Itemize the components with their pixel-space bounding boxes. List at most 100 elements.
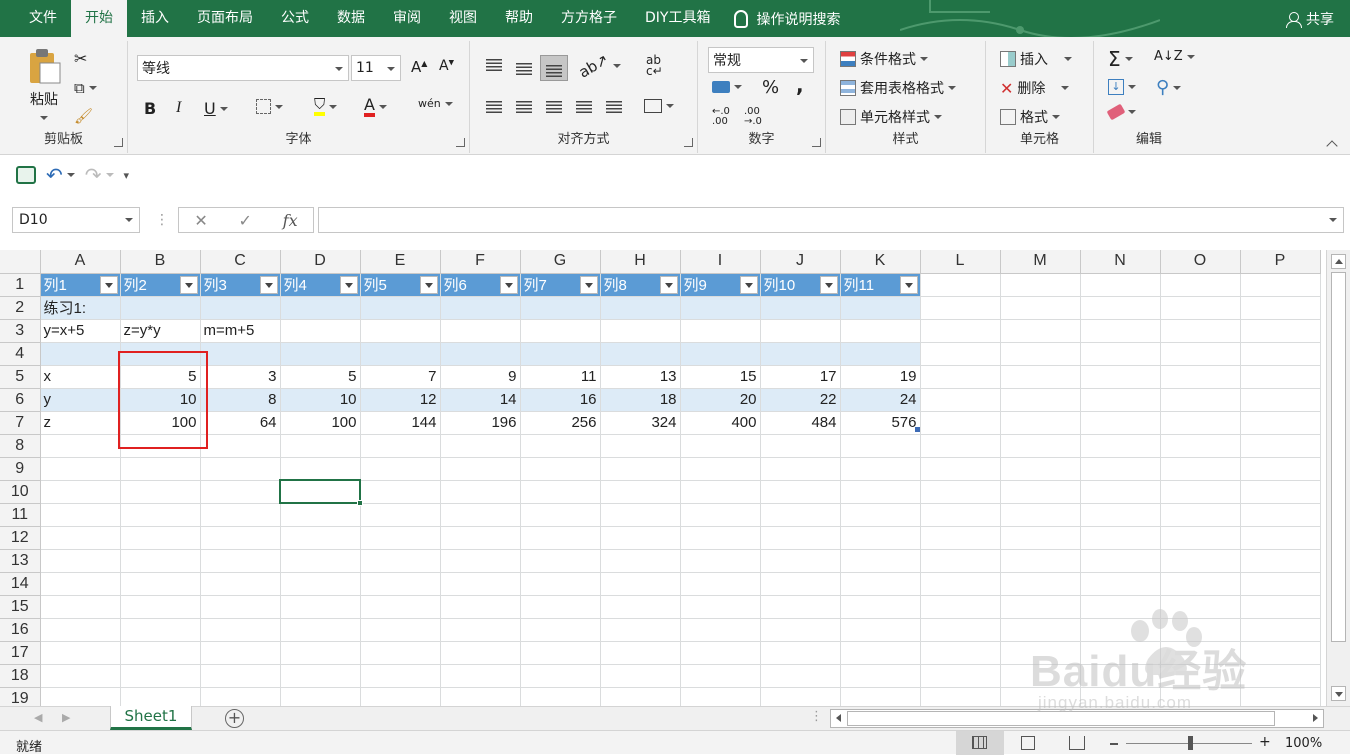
cell-k19[interactable] <box>840 687 921 706</box>
cell-m11[interactable] <box>1000 503 1081 527</box>
cell-c15[interactable] <box>200 595 281 619</box>
number-format-select[interactable]: 常规 <box>708 47 814 73</box>
cell-e8[interactable] <box>360 434 441 458</box>
cell-l6[interactable] <box>920 388 1001 412</box>
ribbon-tab-0[interactable]: 文件 <box>15 0 71 37</box>
cell-j4[interactable] <box>760 342 841 366</box>
cell-p9[interactable] <box>1240 457 1321 481</box>
column-header-j[interactable]: J <box>760 250 841 274</box>
cell-a8[interactable] <box>40 434 121 458</box>
cell-h7[interactable]: 324 <box>600 411 681 435</box>
cell-a4[interactable] <box>40 342 121 366</box>
cell-h9[interactable] <box>600 457 681 481</box>
zoom-level[interactable]: 100% <box>1285 736 1322 751</box>
cell-e7[interactable]: 144 <box>360 411 441 435</box>
cell-k17[interactable] <box>840 641 921 665</box>
cell-k5[interactable]: 19 <box>840 365 921 389</box>
cell-k10[interactable] <box>840 480 921 504</box>
cell-k4[interactable] <box>840 342 921 366</box>
cell-f13[interactable] <box>440 549 521 573</box>
cell-m12[interactable] <box>1000 526 1081 550</box>
filter-dropdown-icon[interactable] <box>419 275 438 294</box>
cell-p5[interactable] <box>1240 365 1321 389</box>
cell-m13[interactable] <box>1000 549 1081 573</box>
cell-m1[interactable] <box>1000 273 1081 297</box>
cell-i2[interactable] <box>680 296 761 320</box>
cell-n1[interactable] <box>1080 273 1161 297</box>
cell-m9[interactable] <box>1000 457 1081 481</box>
cell-c19[interactable] <box>200 687 281 706</box>
cell-e14[interactable] <box>360 572 441 596</box>
cell-f5[interactable]: 9 <box>440 365 521 389</box>
cell-n18[interactable] <box>1080 664 1161 688</box>
cell-c12[interactable] <box>200 526 281 550</box>
cell-p15[interactable] <box>1240 595 1321 619</box>
increase-indent-icon[interactable] <box>606 101 622 113</box>
cell-o19[interactable] <box>1160 687 1241 706</box>
format-painter-button[interactable]: 🖌 <box>74 107 93 125</box>
cell-b17[interactable] <box>120 641 201 665</box>
cell-f11[interactable] <box>440 503 521 527</box>
ribbon-tab-3[interactable]: 页面布局 <box>183 0 267 37</box>
top-align-icon[interactable] <box>486 59 502 71</box>
cell-m2[interactable] <box>1000 296 1081 320</box>
horizontal-scrollbar[interactable] <box>830 709 1324 728</box>
cell-e9[interactable] <box>360 457 441 481</box>
cell-g7[interactable]: 256 <box>520 411 601 435</box>
column-header-g[interactable]: G <box>520 250 601 274</box>
cell-h12[interactable] <box>600 526 681 550</box>
cell-d3[interactable] <box>280 319 361 343</box>
cell-j15[interactable] <box>760 595 841 619</box>
fill-handle[interactable] <box>357 500 363 506</box>
fill-color-button[interactable]: ⛉ <box>314 97 338 116</box>
cell-j18[interactable] <box>760 664 841 688</box>
row-header-4[interactable]: 4 <box>0 342 41 366</box>
column-header-a[interactable]: A <box>40 250 121 274</box>
cell-c3[interactable]: m=m+5 <box>200 319 281 343</box>
cell-p6[interactable] <box>1240 388 1321 412</box>
cell-l3[interactable] <box>920 319 1001 343</box>
decrease-decimal-button[interactable]: .00 →.0 <box>744 107 762 127</box>
cell-n2[interactable] <box>1080 296 1161 320</box>
cell-m15[interactable] <box>1000 595 1081 619</box>
cell-g18[interactable] <box>520 664 601 688</box>
cell-g5[interactable]: 11 <box>520 365 601 389</box>
row-header-17[interactable]: 17 <box>0 641 41 665</box>
ribbon-tab-1[interactable]: 开始 <box>71 0 127 37</box>
cell-e3[interactable] <box>360 319 441 343</box>
cell-k3[interactable] <box>840 319 921 343</box>
cell-n3[interactable] <box>1080 319 1161 343</box>
cell-h5[interactable]: 13 <box>600 365 681 389</box>
cell-n8[interactable] <box>1080 434 1161 458</box>
font-color-button[interactable]: A <box>364 97 387 117</box>
cell-g3[interactable] <box>520 319 601 343</box>
ribbon-tab-8[interactable]: 帮助 <box>491 0 547 37</box>
row-header-18[interactable]: 18 <box>0 664 41 688</box>
cell-e5[interactable]: 7 <box>360 365 441 389</box>
cell-j5[interactable]: 17 <box>760 365 841 389</box>
worksheet-grid[interactable]: ABCDEFGHIJKLMNOP 1 列1 列2 列3 列4 列5 列6 列7 列8 列9 列10 列… <box>0 250 1325 706</box>
row-header-15[interactable]: 15 <box>0 595 41 619</box>
cell-p4[interactable] <box>1240 342 1321 366</box>
cell-l19[interactable] <box>920 687 1001 706</box>
filter-dropdown-icon[interactable] <box>259 275 278 294</box>
cell-e10[interactable] <box>360 480 441 504</box>
cell-e11[interactable] <box>360 503 441 527</box>
scroll-right-icon[interactable] <box>1313 714 1318 722</box>
conditional-formatting-button[interactable]: 条件格式 <box>840 49 928 69</box>
customize-qat-icon[interactable]: ▾ <box>124 169 130 182</box>
cell-d2[interactable] <box>280 296 361 320</box>
cell-m18[interactable] <box>1000 664 1081 688</box>
row-header-3[interactable]: 3 <box>0 319 41 343</box>
cell-j9[interactable] <box>760 457 841 481</box>
cell-i11[interactable] <box>680 503 761 527</box>
cell-n15[interactable] <box>1080 595 1161 619</box>
cell-b9[interactable] <box>120 457 201 481</box>
cell-n17[interactable] <box>1080 641 1161 665</box>
cell-l9[interactable] <box>920 457 1001 481</box>
cell-k8[interactable] <box>840 434 921 458</box>
cell-i9[interactable] <box>680 457 761 481</box>
cell-a5[interactable]: x <box>40 365 121 389</box>
row-header-9[interactable]: 9 <box>0 457 41 481</box>
cell-m14[interactable] <box>1000 572 1081 596</box>
